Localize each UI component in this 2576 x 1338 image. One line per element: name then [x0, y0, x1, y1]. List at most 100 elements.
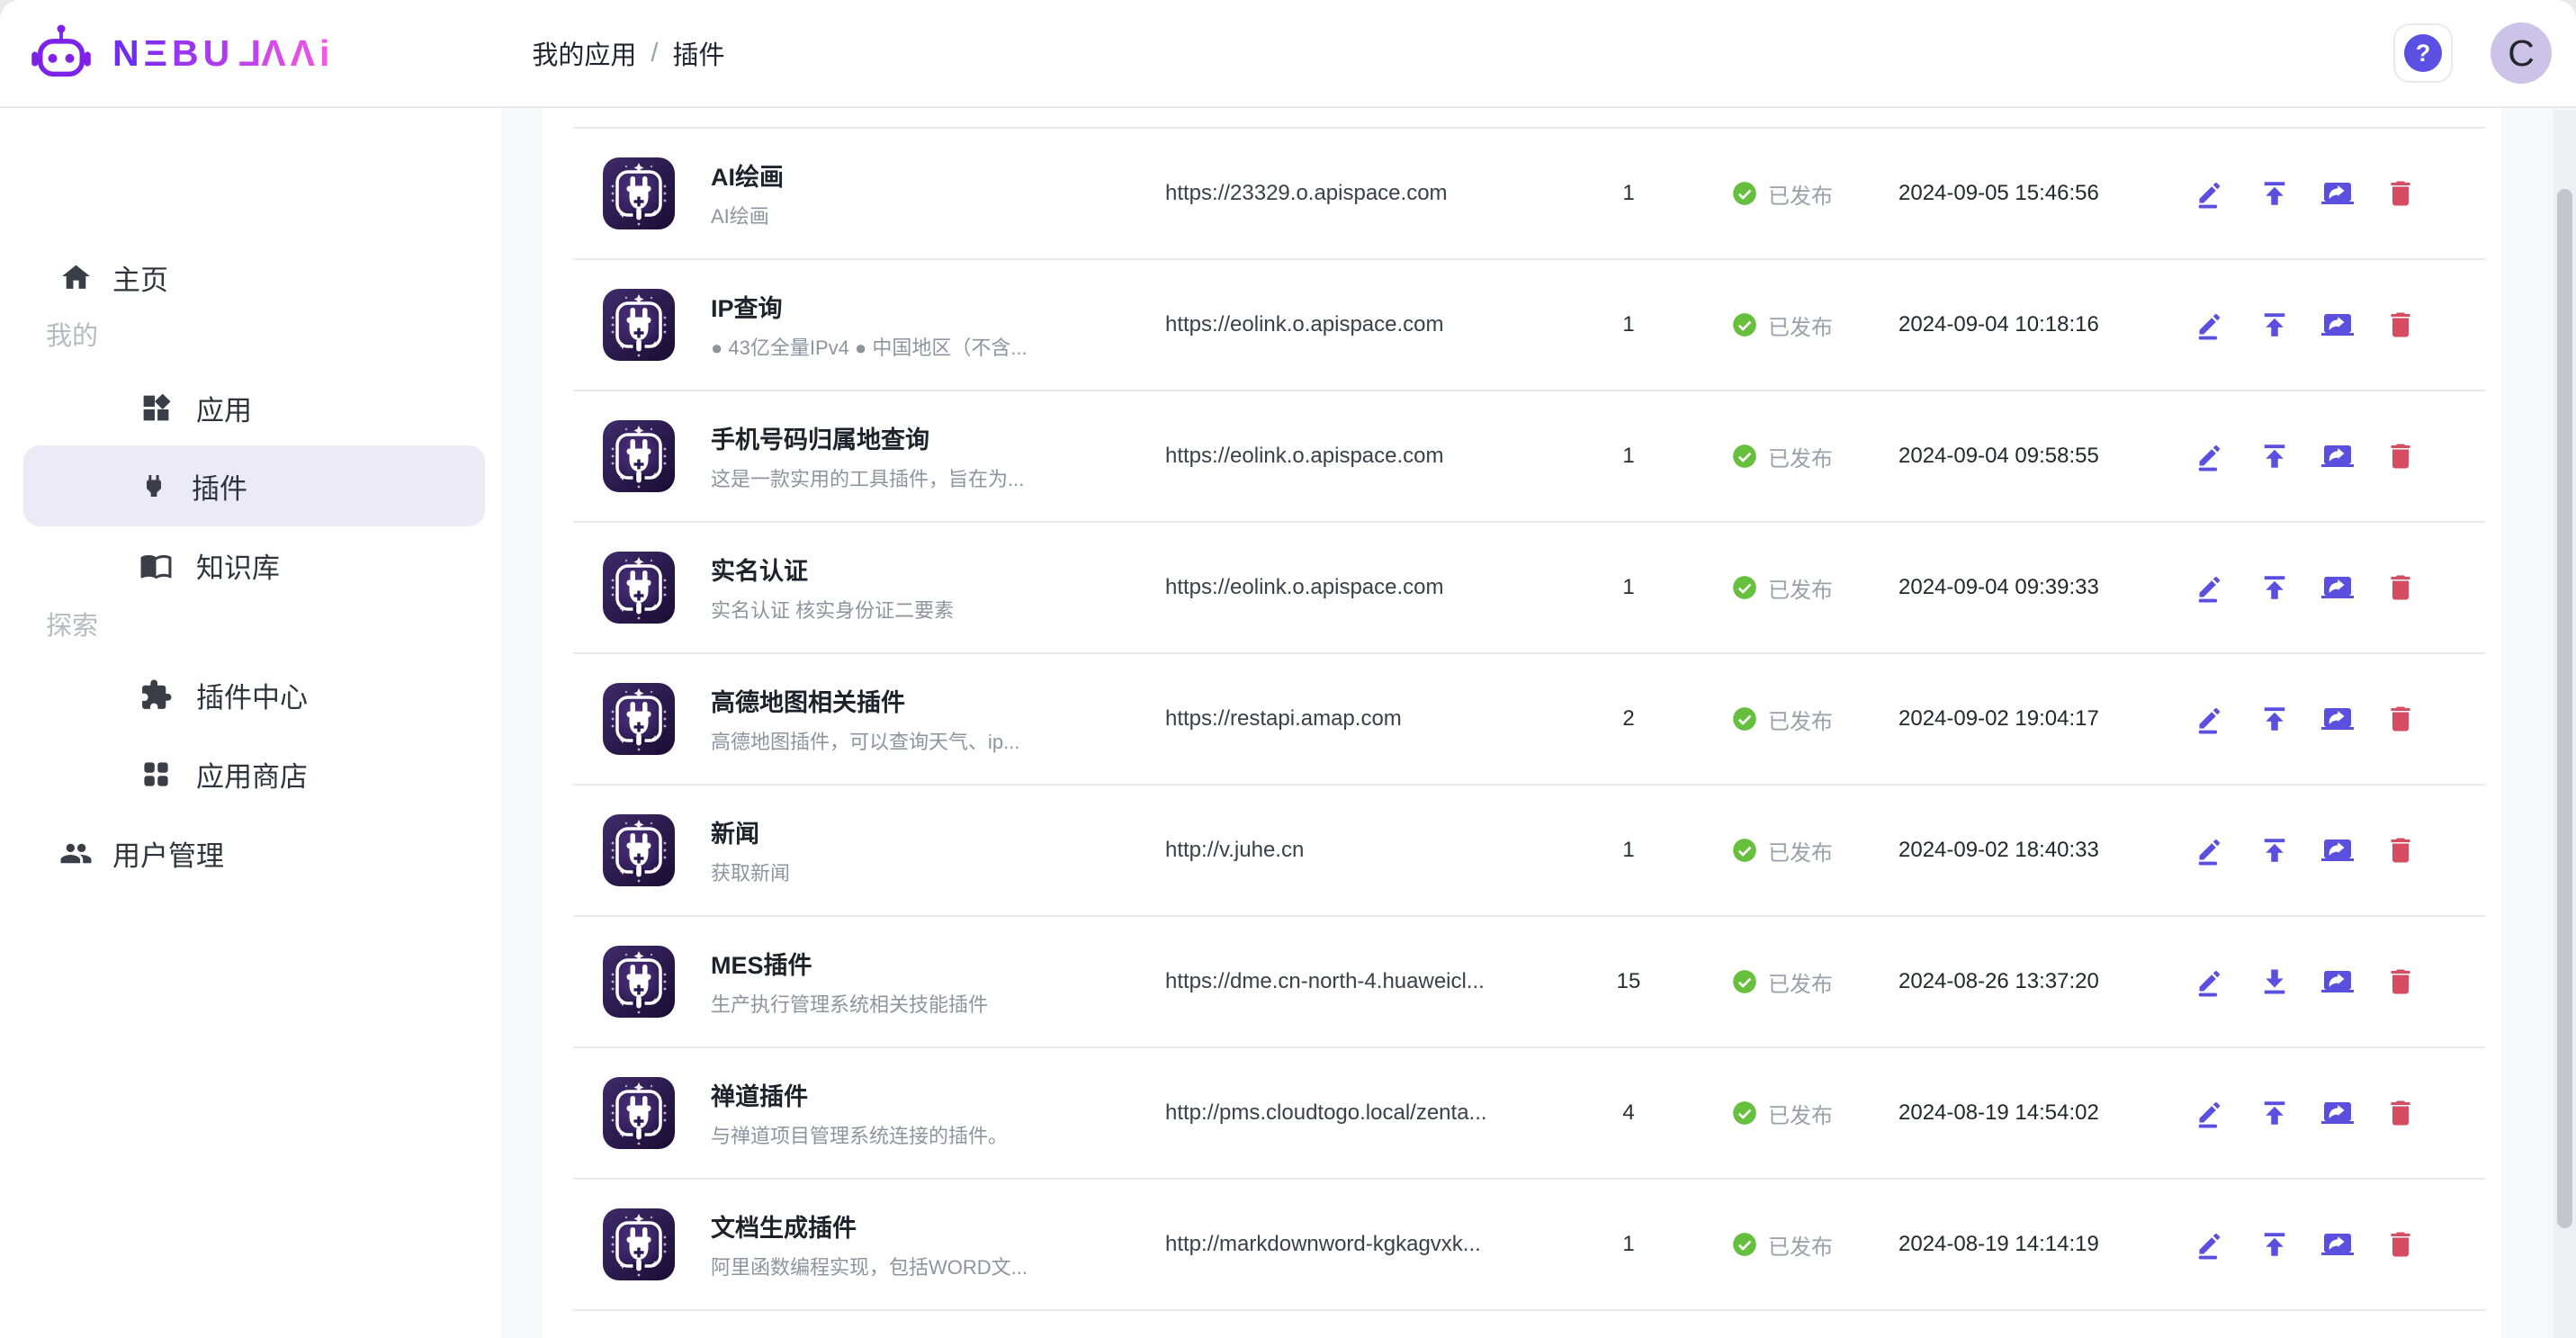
brand-logo[interactable]: NΞBULΛΛi	[30, 22, 334, 85]
publish-button[interactable]	[2258, 571, 2291, 604]
delete-button[interactable]	[2384, 703, 2417, 735]
delete-button[interactable]	[2384, 834, 2417, 867]
screen-share-button[interactable]	[2321, 834, 2354, 867]
sidebar-item-home[interactable]: 主页	[59, 252, 168, 302]
edit-button[interactable]	[2195, 440, 2228, 472]
help-button[interactable]: ?	[2393, 23, 2453, 83]
plugin-tile-icon	[603, 552, 675, 624]
delete-button[interactable]	[2384, 309, 2417, 341]
publish-button[interactable]	[2258, 177, 2291, 210]
trash-icon	[2384, 965, 2417, 998]
plugin-name: 文档生成插件	[711, 1208, 1165, 1244]
plugin-status-cell: 已发布	[1665, 704, 1898, 735]
plugin-url: http://pms.cloudtogo.local/zenta...	[1165, 1100, 1593, 1126]
screen-share-button[interactable]	[2321, 1097, 2354, 1129]
avatar[interactable]: C	[2491, 22, 2552, 84]
publish-button[interactable]	[2258, 703, 2291, 735]
status-badge: 已发布	[1768, 704, 1833, 735]
row-actions	[2195, 965, 2485, 998]
plugin-row[interactable]: 手机号码归属地查询 这是一款实用的工具插件，旨在为... https://eol…	[573, 391, 2485, 523]
plugin-row[interactable]: 实名认证 实名认证 核实身份证二要素 https://eolink.o.apis…	[573, 523, 2485, 654]
edit-button[interactable]	[2195, 571, 2228, 604]
edit-button[interactable]	[2195, 1097, 2228, 1129]
edit-button[interactable]	[2195, 177, 2228, 210]
sidebar-item-app-store[interactable]: 应用商店	[139, 749, 308, 799]
plugin-name: 手机号码归属地查询	[711, 420, 1165, 455]
breadcrumb-parent[interactable]: 我的应用	[532, 34, 636, 72]
screen-share-button[interactable]	[2321, 440, 2354, 472]
scrollbar-track[interactable]	[2554, 110, 2576, 1338]
check-circle-icon	[1732, 706, 1757, 732]
plugin-url: https://eolink.o.apispace.com	[1165, 444, 1593, 469]
publish-button[interactable]	[2258, 1097, 2291, 1129]
scrollbar-thumb[interactable]	[2557, 189, 2572, 1228]
delete-button[interactable]	[2384, 571, 2417, 604]
screen-share-button[interactable]	[2321, 965, 2354, 998]
edit-button[interactable]	[2195, 703, 2228, 735]
trash-icon	[2384, 440, 2417, 472]
delete-button[interactable]	[2384, 965, 2417, 998]
plugin-name-cell: MES插件 生产执行管理系统相关技能插件	[711, 946, 1165, 1018]
plugin-updated-at: 2024-08-19 14:14:19	[1898, 1232, 2195, 1257]
publish-button[interactable]	[2258, 834, 2291, 867]
plugin-row[interactable]: 高德地图相关插件 高德地图插件，可以查询天气、ip... https://res…	[573, 654, 2485, 786]
screen-share-icon	[2321, 834, 2354, 867]
sidebar-item-user-management[interactable]: 用户管理	[59, 828, 224, 878]
plugin-tile-icon	[603, 683, 675, 755]
screen-share-icon	[2321, 1228, 2354, 1261]
screen-share-icon	[2321, 1097, 2354, 1129]
upload-icon	[2258, 703, 2291, 735]
publish-button[interactable]	[2258, 440, 2291, 472]
edit-button[interactable]	[2195, 1228, 2228, 1261]
plugin-status-cell: 已发布	[1665, 441, 1898, 472]
delete-button[interactable]	[2384, 177, 2417, 210]
download-button[interactable]	[2258, 965, 2291, 998]
plugin-name: AI绘画	[711, 157, 1165, 193]
pencil-icon	[2195, 309, 2228, 341]
check-circle-icon	[1732, 575, 1757, 600]
edit-button[interactable]	[2195, 834, 2228, 867]
trash-icon	[2384, 571, 2417, 604]
trash-icon	[2384, 309, 2417, 341]
plugin-description: ● 43亿全量IPv4 ● 中国地区（不含...	[711, 332, 1165, 361]
plugin-status-cell: 已发布	[1665, 1098, 1898, 1129]
edit-button[interactable]	[2195, 965, 2228, 998]
sidebar-item-plugins[interactable]: 插件	[139, 461, 247, 511]
delete-button[interactable]	[2384, 440, 2417, 472]
pencil-icon	[2195, 1097, 2228, 1129]
screen-share-button[interactable]	[2321, 309, 2354, 341]
plugin-url: http://markdownword-kgkagvxk...	[1165, 1232, 1593, 1257]
row-actions	[2195, 440, 2485, 472]
app-window: NΞBULΛΛi 我的应用 / 插件 ? C 主页 我的 应用	[0, 0, 2576, 1338]
screen-share-button[interactable]	[2321, 177, 2354, 210]
plugin-name: 新闻	[711, 814, 1165, 849]
plugin-url: https://eolink.o.apispace.com	[1165, 312, 1593, 337]
screen-share-button[interactable]	[2321, 571, 2354, 604]
plugin-url: https://23329.o.apispace.com	[1165, 181, 1593, 206]
plugin-updated-at: 2024-09-05 15:46:56	[1898, 181, 2195, 206]
plugin-updated-at: 2024-09-02 18:40:33	[1898, 838, 2195, 863]
plugin-name: 实名认证	[711, 552, 1165, 587]
delete-button[interactable]	[2384, 1228, 2417, 1261]
delete-button[interactable]	[2384, 1097, 2417, 1129]
publish-button[interactable]	[2258, 309, 2291, 341]
edit-button[interactable]	[2195, 309, 2228, 341]
plugin-name-cell: AI绘画 AI绘画	[711, 157, 1165, 229]
sidebar-item-apps[interactable]: 应用	[139, 382, 252, 433]
plugin-row[interactable]: 文档生成插件 阿里函数编程实现，包括WORD文... http://markdo…	[573, 1180, 2485, 1311]
plugin-count: 2	[1593, 706, 1665, 732]
row-actions	[2195, 703, 2485, 735]
check-circle-icon	[1732, 838, 1757, 863]
screen-share-button[interactable]	[2321, 703, 2354, 735]
screen-share-button[interactable]	[2321, 1228, 2354, 1261]
plugin-row[interactable]: 新闻 获取新闻 http://v.juhe.cn 1 已发布 2024-09-0…	[573, 786, 2485, 917]
sidebar-item-knowledge[interactable]: 知识库	[139, 540, 280, 590]
plugin-row[interactable]: AI绘画 AI绘画 https://23329.o.apispace.com 1…	[573, 129, 2485, 260]
publish-button[interactable]	[2258, 1228, 2291, 1261]
plugin-row[interactable]: 禅道插件 与禅道项目管理系统连接的插件。 http://pms.cloudtog…	[573, 1048, 2485, 1180]
plugin-row[interactable]: IP查询 ● 43亿全量IPv4 ● 中国地区（不含... https://eo…	[573, 260, 2485, 391]
plugin-row[interactable]: MES插件 生产执行管理系统相关技能插件 https://dme.cn-nort…	[573, 917, 2485, 1048]
sidebar-item-plugin-center[interactable]: 插件中心	[139, 669, 308, 720]
plugin-table-body: AI绘画 AI绘画 https://23329.o.apispace.com 1…	[573, 108, 2485, 1311]
plugin-description: 与禅道项目管理系统连接的插件。	[711, 1120, 1165, 1149]
